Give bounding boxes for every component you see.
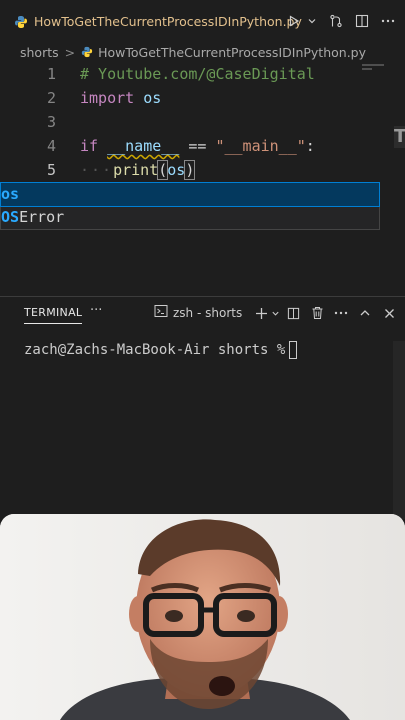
panel-header: TERMINAL ··· zsh - shorts — [0, 297, 405, 331]
editor-tab-title: HowToGetTheCurrentProcessIDInPython.py — [34, 13, 302, 29]
python-file-icon — [81, 46, 93, 58]
terminal-panel: TERMINAL ··· zsh - shorts zach@Zachs-Mac… — [0, 296, 405, 520]
editor-tab-bar: HowToGetTheCurrentProcessIDInPython.py — [0, 0, 405, 42]
line-number: 4 — [46, 137, 56, 155]
code-keyword: import — [80, 89, 135, 107]
overflow-glyph: T — [394, 126, 405, 148]
line-number: 2 — [46, 89, 56, 107]
source-control-icon[interactable] — [325, 10, 347, 32]
trash-icon[interactable] — [305, 301, 329, 325]
split-terminal-icon[interactable] — [281, 301, 305, 325]
breadcrumb: shorts > HowToGetTheCurrentProcessIDInPy… — [0, 42, 405, 62]
run-icon[interactable] — [283, 10, 305, 32]
more-icon[interactable] — [329, 301, 353, 325]
code-editor[interactable]: 1 # Youtube.com/@CaseDigital 2 import os… — [0, 62, 405, 296]
minimap-line — [362, 68, 372, 70]
python-file-icon — [14, 14, 28, 28]
breadcrumb-file[interactable]: HowToGetTheCurrentProcessIDInPython.py — [98, 45, 366, 60]
suggestion-rest: Error — [19, 208, 65, 226]
suggestion-widget: os OSError — [0, 182, 380, 230]
code-comment: # Youtube.com/@CaseDigital — [80, 65, 315, 83]
terminal-prompt: zach@Zachs-MacBook-Air shorts % — [24, 342, 286, 358]
tab-terminal[interactable]: TERMINAL — [24, 306, 83, 324]
breadcrumb-separator: > — [64, 44, 76, 60]
code-line: 1 # Youtube.com/@CaseDigital — [0, 62, 405, 86]
code-line: 4 if __name__ == "__main__": — [0, 134, 405, 158]
terminal-selector[interactable]: zsh - shorts — [154, 304, 242, 321]
terminal-output[interactable]: zach@Zachs-MacBook-Air shorts % — [24, 341, 298, 359]
breadcrumb-folder[interactable]: shorts — [20, 45, 59, 60]
webcam-overlay — [0, 514, 405, 720]
code-keyword: if — [80, 137, 99, 155]
code-argument: os — [167, 161, 186, 179]
editor-tab[interactable]: HowToGetTheCurrentProcessIDInPython.py — [0, 0, 302, 42]
chevron-down-icon[interactable] — [269, 301, 281, 325]
code-close-paren: ) — [184, 160, 196, 180]
terminal-shell-label: zsh - shorts — [173, 305, 243, 320]
line-number: 1 — [46, 65, 56, 83]
presenter-video — [0, 514, 405, 720]
code-module: os — [134, 89, 162, 107]
indent-guide: ··· — [80, 161, 114, 179]
code-operator: == — [179, 137, 216, 155]
line-number: 5 — [46, 161, 56, 179]
more-icon[interactable] — [377, 10, 399, 32]
close-icon[interactable] — [377, 301, 401, 325]
add-terminal-icon[interactable] — [253, 301, 269, 325]
terminal-scrollbar[interactable] — [393, 341, 405, 519]
code-line-active: 5 ···print(os) — [0, 158, 405, 182]
code-line: 2 import os — [0, 86, 405, 110]
code-open-paren: ( — [157, 160, 169, 180]
chevron-up-icon[interactable] — [353, 301, 377, 325]
suggestion-match: OS — [1, 208, 20, 226]
line-number: 3 — [46, 113, 56, 131]
code-colon: : — [305, 137, 315, 155]
suggestion-item[interactable]: os — [0, 182, 380, 207]
terminal-icon — [154, 304, 168, 321]
panel-more-button[interactable]: ··· — [90, 303, 102, 318]
code-function: print — [113, 161, 159, 179]
chevron-down-icon[interactable] — [305, 10, 319, 32]
suggestion-item[interactable]: OSError — [1, 206, 379, 229]
terminal-cursor — [289, 341, 298, 359]
split-editor-icon[interactable] — [351, 10, 373, 32]
code-dunder-name: __name__ — [107, 137, 180, 155]
suggestion-match: os — [1, 185, 20, 203]
code-line: 3 — [0, 110, 405, 134]
minimap-line — [362, 64, 384, 66]
code-string: "__main__" — [215, 137, 306, 155]
